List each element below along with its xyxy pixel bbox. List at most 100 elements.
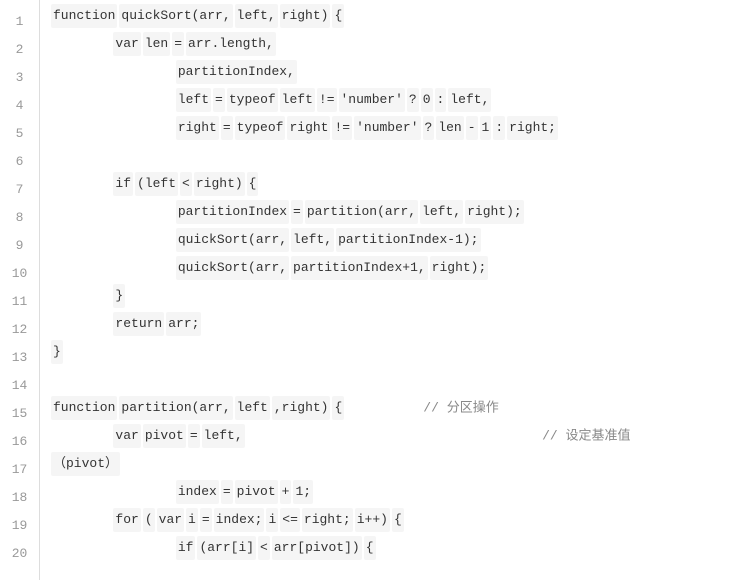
- code-token: right: [176, 116, 219, 140]
- code-token: =: [221, 480, 233, 504]
- code-token: left,: [202, 424, 245, 448]
- code-token: quickSort(arr,: [119, 4, 232, 28]
- code-token: 0: [421, 88, 433, 112]
- code-line: }: [50, 284, 744, 312]
- code-token: }: [113, 284, 125, 308]
- code-token: 1;: [293, 480, 313, 504]
- line-number: 10: [0, 260, 39, 288]
- code-token: left,: [291, 228, 334, 252]
- code-token: !=: [317, 88, 337, 112]
- code-token: arr[pivot]): [272, 536, 362, 560]
- code-token: ,right): [272, 396, 331, 420]
- code-token: +: [280, 480, 292, 504]
- code-token: function: [51, 396, 117, 420]
- code-token: quickSort(arr,: [176, 228, 289, 252]
- code-token: left: [280, 88, 315, 112]
- code-line: [50, 368, 744, 396]
- code-token: {: [332, 4, 344, 28]
- code-token: right): [280, 4, 331, 28]
- code-token: pivot: [143, 424, 186, 448]
- code-token: (arr[i]: [197, 536, 256, 560]
- code-token: for: [113, 508, 140, 532]
- code-line: partitionIndex=partition(arr,left,right)…: [50, 200, 744, 228]
- code-line: if(arr[i]<arr[pivot]){: [50, 536, 744, 564]
- code-token: left: [235, 396, 270, 420]
- line-number: 1: [0, 8, 39, 36]
- line-number: 16: [0, 428, 39, 456]
- code-token: {: [364, 536, 376, 560]
- code-line: [50, 144, 744, 172]
- code-token: right;: [302, 508, 353, 532]
- code-token: right);: [465, 200, 524, 224]
- code-token: var: [113, 32, 140, 56]
- line-number: 20: [0, 540, 39, 568]
- code-token: =: [213, 88, 225, 112]
- code-token: 1: [480, 116, 492, 140]
- code-token: 'number': [354, 116, 420, 140]
- line-number: 12: [0, 316, 39, 344]
- code-token: partitionIndex+1,: [291, 256, 428, 280]
- code-token: if: [113, 172, 133, 196]
- code-line: }: [50, 340, 744, 368]
- code-token: typeof: [235, 116, 286, 140]
- line-number: 9: [0, 232, 39, 260]
- code-token: i: [266, 508, 278, 532]
- line-number: 3: [0, 64, 39, 92]
- line-number: 2: [0, 36, 39, 64]
- code-token: =: [200, 508, 212, 532]
- code-token: len: [436, 116, 463, 140]
- code-token: {: [392, 508, 404, 532]
- code-token: i++): [355, 508, 390, 532]
- code-token: if: [176, 536, 196, 560]
- code-comment: // 分区操作: [345, 400, 498, 415]
- code-token: =: [172, 32, 184, 56]
- code-token: quickSort(arr,: [176, 256, 289, 280]
- code-token: right;: [507, 116, 558, 140]
- code-token: left,: [420, 200, 463, 224]
- code-token: index: [176, 480, 219, 504]
- code-token: 'number': [339, 88, 405, 112]
- line-number: 8: [0, 204, 39, 232]
- code-token: <: [180, 172, 192, 196]
- code-line: for(vari=index;i<=right;i++){: [50, 508, 744, 536]
- code-token: {: [332, 396, 344, 420]
- code-line: quickSort(arr,partitionIndex+1,right);: [50, 256, 744, 284]
- code-token: ?: [407, 88, 419, 112]
- code-token: <=: [280, 508, 300, 532]
- line-number: 17: [0, 456, 39, 484]
- code-area: functionquickSort(arr,left,right){ varle…: [40, 0, 744, 580]
- code-token: var: [113, 424, 140, 448]
- code-token: arr.length,: [186, 32, 276, 56]
- line-number-gutter: 1234567891011121314151617181920: [0, 0, 40, 580]
- code-line: varlen=arr.length,: [50, 32, 744, 60]
- code-token: i: [186, 508, 198, 532]
- code-token: index;: [214, 508, 265, 532]
- code-token: partitionIndex: [176, 200, 289, 224]
- code-token: pivot: [235, 480, 278, 504]
- line-number: 14: [0, 372, 39, 400]
- code-token: !=: [332, 116, 352, 140]
- line-number: 19: [0, 512, 39, 540]
- code-token: partition(arr,: [119, 396, 232, 420]
- code-token: {: [247, 172, 259, 196]
- code-token: left,: [235, 4, 278, 28]
- code-line: if(left<right){: [50, 172, 744, 200]
- line-number: 18: [0, 484, 39, 512]
- line-number: 7: [0, 176, 39, 204]
- line-number: 6: [0, 148, 39, 176]
- line-number: 13: [0, 344, 39, 372]
- code-line: varpivot=left, // 设定基准值: [50, 424, 744, 452]
- code-comment: // 设定基准值: [246, 428, 631, 443]
- code-token: right);: [430, 256, 489, 280]
- code-token: left: [176, 88, 211, 112]
- code-token: <: [258, 536, 270, 560]
- code-line: functionquickSort(arr,left,right){: [50, 4, 744, 32]
- code-token: right): [194, 172, 245, 196]
- code-line: left=typeofleft!='number'?0:left,: [50, 88, 744, 116]
- line-number: 5: [0, 120, 39, 148]
- code-line: returnarr;: [50, 312, 744, 340]
- code-token: =: [291, 200, 303, 224]
- code-token: :: [493, 116, 505, 140]
- code-token: =: [221, 116, 233, 140]
- line-number: 15: [0, 400, 39, 428]
